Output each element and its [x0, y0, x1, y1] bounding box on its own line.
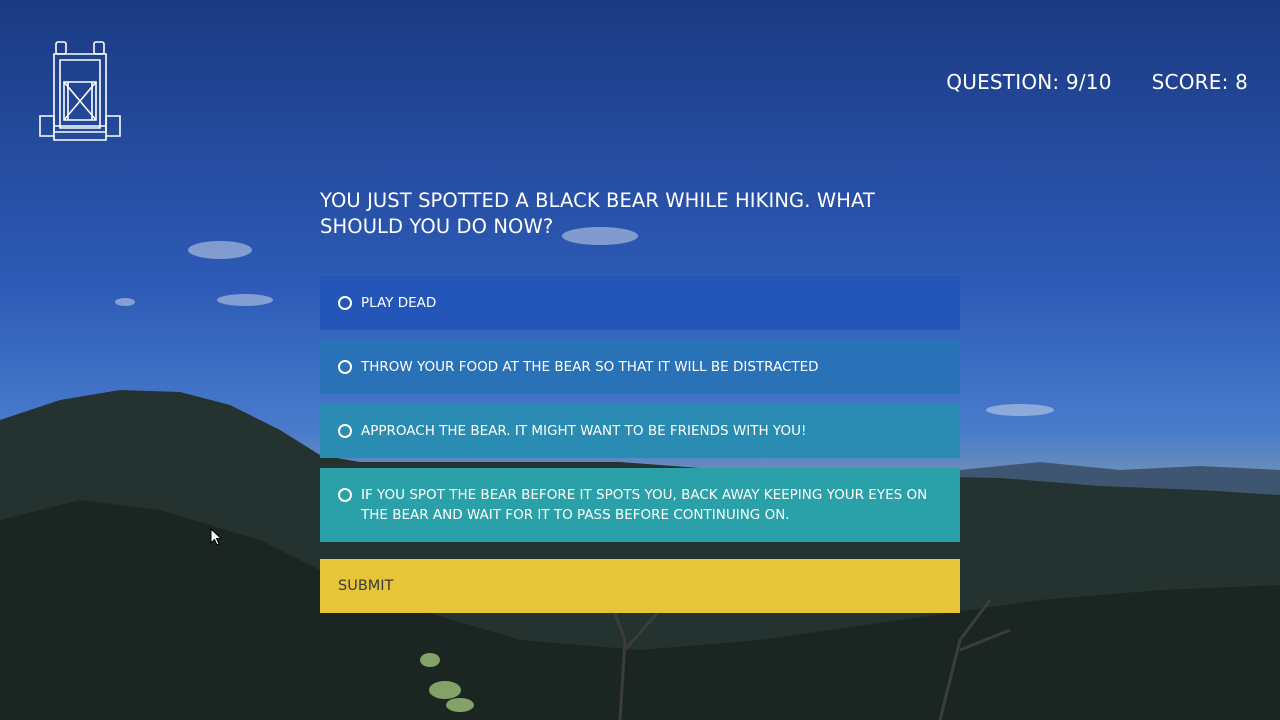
answer-label: THROW YOUR FOOD AT THE BEAR SO THAT IT W… [361, 359, 819, 375]
question-counter: QUESTION: 9/10 [946, 70, 1112, 94]
answer-option-3[interactable]: APPROACH THE BEAR. IT MIGHT WANT TO BE F… [320, 404, 960, 458]
answer-option-2[interactable]: THROW YOUR FOOD AT THE BEAR SO THAT IT W… [320, 340, 960, 394]
backpack-icon[interactable] [38, 40, 122, 142]
question-text: YOU JUST SPOTTED A BLACK BEAR WHILE HIKI… [320, 189, 875, 238]
answer-option-1[interactable]: PLAY DEAD [320, 276, 960, 330]
answer-list: PLAY DEAD THROW YOUR FOOD AT THE BEAR SO… [320, 276, 960, 542]
mouse-cursor-icon [210, 527, 223, 546]
answer-option-4[interactable]: IF YOU SPOT THE BEAR BEFORE IT SPOTS YOU… [320, 468, 960, 542]
score-display: SCORE: 8 [1151, 70, 1248, 94]
answer-label: IF YOU SPOT THE BEAR BEFORE IT SPOTS YOU… [361, 487, 928, 523]
radio-button[interactable] [338, 296, 352, 310]
answer-label: APPROACH THE BEAR. IT MIGHT WANT TO BE F… [361, 423, 807, 439]
radio-button[interactable] [338, 360, 352, 374]
answer-label: PLAY DEAD [361, 295, 437, 311]
radio-button[interactable] [338, 424, 352, 438]
submit-button[interactable]: SUBMIT [320, 559, 960, 613]
radio-button[interactable] [338, 488, 352, 502]
quiz-status: QUESTION: 9/10 SCORE: 8 [946, 70, 1248, 94]
